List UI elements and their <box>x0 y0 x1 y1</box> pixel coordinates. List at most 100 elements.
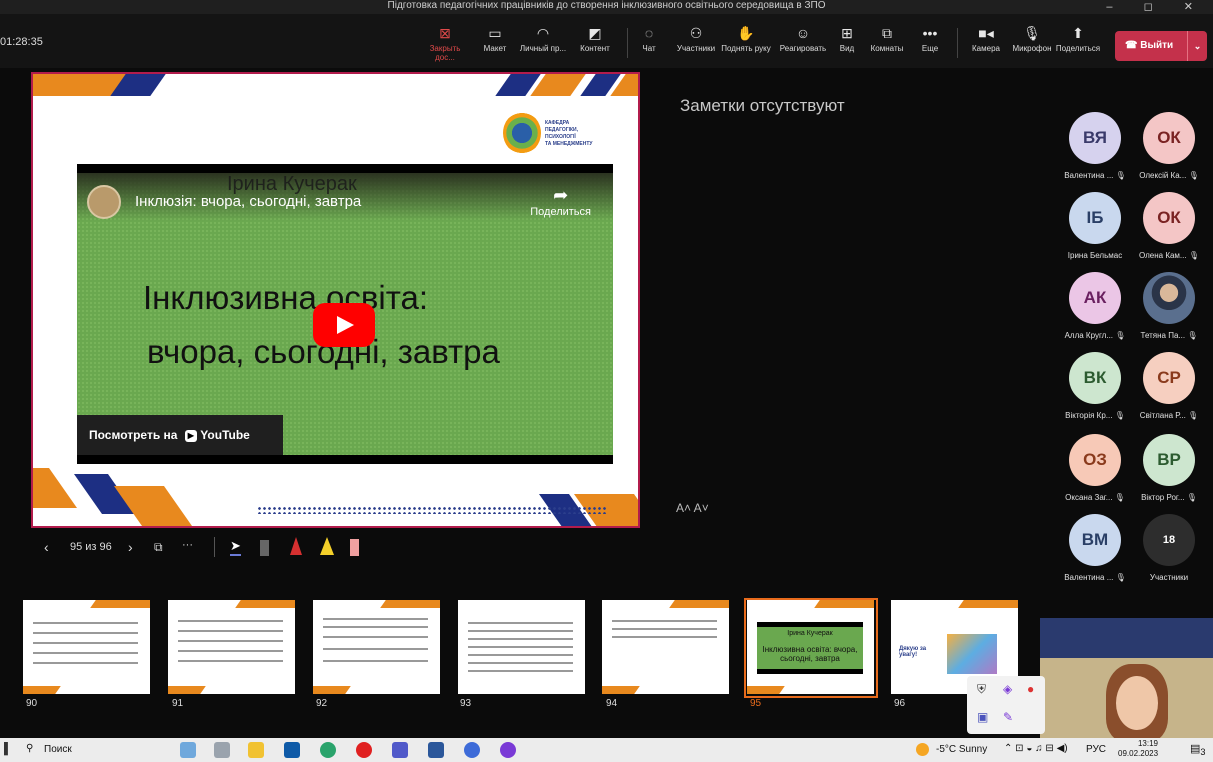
participant-tile[interactable]: Тетяна Па... 🎙 <box>1124 272 1213 340</box>
chrome-icon[interactable] <box>464 742 480 758</box>
personal-button[interactable]: ◠ Личный пр... <box>518 24 568 53</box>
current-slide-highlight <box>744 598 878 698</box>
avatar: СР <box>1143 352 1195 404</box>
more-icon: ••• <box>922 25 938 41</box>
play-icon[interactable] <box>313 303 375 347</box>
participant-tile[interactable]: СР Світлана Р... 🎙 <box>1124 352 1213 420</box>
layout-button[interactable]: ▭ Макет <box>470 24 520 53</box>
app-tray-icon[interactable]: ◈ <box>1003 682 1012 696</box>
slide-thumbnail[interactable] <box>168 600 295 694</box>
grid-view-icon[interactable]: ⧉ <box>154 540 163 555</box>
mic-muted-icon: 🎙 <box>1186 493 1197 502</box>
mic-muted-icon: 🎙 <box>1188 171 1199 180</box>
raise-hand-button[interactable]: ✋ Поднять руку <box>716 24 776 53</box>
meeting-toolbar: 01:28:35 ⊠ Закрыть дос... ▭ Макет ◠ Личный … <box>0 14 1213 68</box>
title-bar: Підготовка педагогічних працівників до с… <box>0 0 1213 14</box>
meeting-timer: 01:28:35 <box>0 36 43 48</box>
pink-pen-icon[interactable] <box>350 539 359 556</box>
avatar: ОЗ <box>1069 434 1121 486</box>
slide-thumbnail[interactable] <box>458 600 585 694</box>
share-icon: ⬆ <box>1072 25 1084 41</box>
font-size-controls[interactable]: A˄ A˅ <box>676 501 709 515</box>
avatar: ВК <box>1069 352 1121 404</box>
content-button[interactable]: ◩ Контент <box>570 24 620 53</box>
more-button[interactable]: ••• Еще <box>905 24 955 53</box>
pen-tray-icon[interactable]: ✎ <box>1003 710 1013 724</box>
language-indicator[interactable]: РУС <box>1086 744 1106 755</box>
tray-overflow-popup: ⛨ ◈ ● ▣ ✎ <box>967 676 1045 734</box>
avatar: ВЯ <box>1069 112 1121 164</box>
self-view-video[interactable] <box>1040 618 1213 738</box>
taskbar-search[interactable]: Поиск <box>44 744 72 755</box>
task-view-icon[interactable] <box>214 742 230 758</box>
mic-muted-icon: 🎙 <box>1187 331 1198 340</box>
slide-thumbnail[interactable] <box>23 600 150 694</box>
file-explorer-icon[interactable] <box>248 742 264 758</box>
embedded-youtube-video[interactable]: Ірина Кучерак Інклюзія: вчора, сьогодні,… <box>77 164 613 464</box>
weather-icon[interactable] <box>916 743 929 756</box>
phone-icon: ☎ <box>1125 40 1141 51</box>
window-controls[interactable]: – ◻ ✕ <box>1106 0 1207 13</box>
video-share-button[interactable]: ➦ Поделиться <box>530 185 591 218</box>
leave-button[interactable]: ☎ Выйти ⌄ <box>1115 31 1207 61</box>
avatar: ОК <box>1143 112 1195 164</box>
slide-controls: ‹ 95 из 96 › ⧉ ··· ➤ <box>44 537 364 559</box>
search-icon[interactable]: ⚲ <box>26 743 33 754</box>
pointer-tool-icon[interactable]: ➤ <box>230 538 241 556</box>
video-heading-line-1: Інклюзивна освіта: <box>143 279 429 316</box>
avatar: ВР <box>1143 434 1195 486</box>
clock[interactable]: 13:19 09.02.2023 <box>1118 739 1158 759</box>
word-icon[interactable] <box>428 742 444 758</box>
viber-icon[interactable] <box>500 742 516 758</box>
slide-thumbnail[interactable] <box>313 600 440 694</box>
teams-icon[interactable] <box>392 742 408 758</box>
participant-tile[interactable]: ВР Віктор Рог... 🎙 <box>1124 434 1213 502</box>
avatar: ВМ <box>1069 514 1121 566</box>
widgets-icon[interactable] <box>180 742 196 758</box>
red-pen-icon[interactable] <box>290 537 302 555</box>
eraser-icon[interactable] <box>260 540 269 556</box>
edge-icon[interactable] <box>320 742 336 758</box>
hand-icon: ✋ <box>737 25 755 41</box>
avatar-photo <box>1143 272 1195 324</box>
participants-count-button[interactable]: 18 Участники <box>1124 514 1213 582</box>
slide-thumbnail[interactable] <box>602 600 729 694</box>
notifications-icon[interactable]: ▤3 <box>1190 742 1206 757</box>
participant-tile[interactable]: ОК Олена Кам... 🎙 <box>1124 192 1213 260</box>
video-title[interactable]: Інклюзія: вчора, сьогодні, завтра <box>135 193 361 210</box>
teams-tray-icon[interactable]: ▣ <box>977 710 988 724</box>
more-options-icon[interactable]: ··· <box>182 539 193 551</box>
chrome-tray-icon[interactable]: ● <box>1027 682 1034 696</box>
shared-slide: КАФЕДРА ПЕДАГОГІКИ, ПСИХОЛОГІЇ ТА МЕНЕДЖМЕН… <box>31 72 640 528</box>
youtube-logo-icon: ▶ <box>184 429 197 442</box>
security-icon[interactable]: ⛨ <box>977 682 986 697</box>
start-icon[interactable]: ▌ <box>4 743 12 755</box>
slide-counter: 95 из 96 <box>70 541 112 553</box>
personal-icon: ◠ <box>536 25 550 41</box>
highlighter-icon[interactable] <box>320 537 334 555</box>
share-arrow-icon: ➦ <box>553 185 569 205</box>
mail-icon[interactable] <box>284 742 300 758</box>
share-button[interactable]: ⬆ Поделиться <box>1048 24 1108 53</box>
next-slide-icon[interactable]: › <box>128 539 133 555</box>
avatar: ІБ <box>1069 192 1121 244</box>
avatar: АК <box>1069 272 1121 324</box>
stop-share-icon: ⊠ <box>439 25 451 41</box>
channel-avatar[interactable] <box>87 185 121 219</box>
previous-slide-icon[interactable]: ‹ <box>44 539 49 555</box>
stop-sharing-button[interactable]: ⊠ Закрыть дос... <box>420 24 470 62</box>
mic-muted-icon: 🎙 <box>1188 411 1199 420</box>
participant-tile[interactable]: ОК Олексій Ка... 🎙 <box>1124 112 1213 180</box>
avatar: ОК <box>1143 192 1195 244</box>
windows-taskbar: ▌ ⚲ Поиск -5°C Sunny ⌃ ⊡ ◒ ♫ ⊟ ◀) РУС 13… <box>0 738 1213 762</box>
tray-icons[interactable]: ⌃ ⊡ ◒ ♫ ⊟ ◀) <box>1004 743 1068 754</box>
chevron-down-icon[interactable]: ⌄ <box>1187 31 1207 61</box>
opera-icon[interactable] <box>356 742 372 758</box>
notes-empty-text: Заметки отсутствуют <box>680 96 845 115</box>
decorative-dots <box>257 506 607 514</box>
department-logo: КАФЕДРА ПЕДАГОГІКИ, ПСИХОЛОГІЇ ТА МЕНЕДЖМЕН… <box>503 112 593 158</box>
window-title: Підготовка педагогічних працівників до с… <box>387 0 826 11</box>
mic-muted-icon: 🎙 <box>1188 251 1199 260</box>
weather-text[interactable]: -5°C Sunny <box>936 744 987 755</box>
watch-on-youtube-button[interactable]: Посмотреть на ▶ YouTube <box>77 415 283 455</box>
